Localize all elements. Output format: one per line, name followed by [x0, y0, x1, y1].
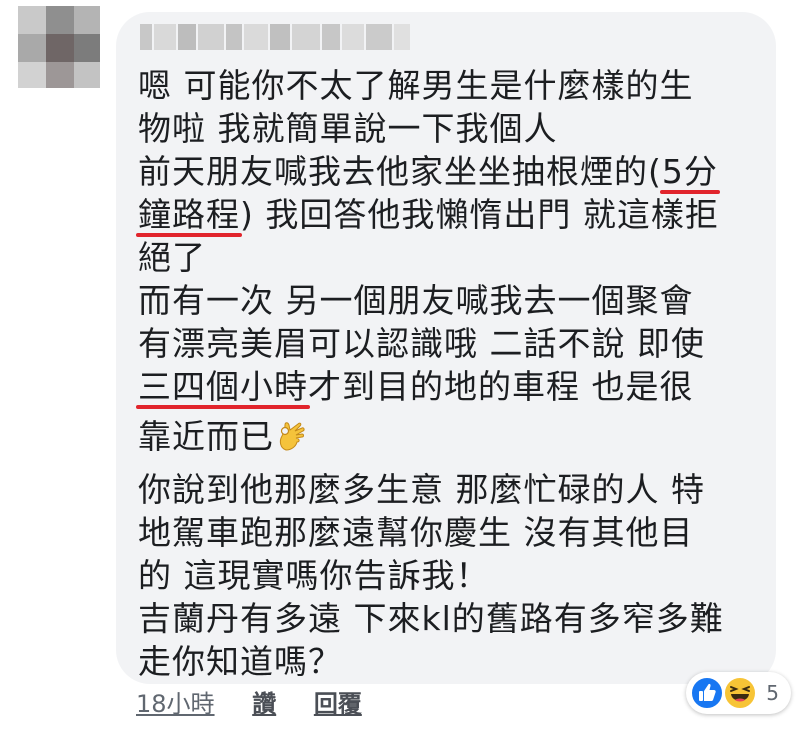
comment-line: 前天朋友喊我去他家坐坐抽根煙的(5分 — [138, 152, 720, 194]
comment-line: 鐘路程) 我回答他我懶惰出門 就這樣拒 — [136, 195, 719, 237]
timestamp-link[interactable]: 18小時 — [136, 686, 215, 722]
haha-reaction-icon — [723, 676, 758, 710]
like-button[interactable]: 讚 — [252, 686, 276, 722]
comment-bubble: 嗯 可能你不太了解男生是什麼樣的生 物啦 我就簡單說一下我個人 前天朋友喊我去他… — [116, 12, 776, 684]
reaction-count: 5 — [766, 681, 779, 705]
comment-line: 靠近而已 — [138, 417, 308, 457]
comment-actions: 18小時 讚 回覆 — [136, 686, 362, 722]
comment-line: 地駕車跑那麼遠幫你慶生 沒有其他目 — [138, 513, 694, 552]
comment-line: 嗯 可能你不太了解男生是什麼樣的生 — [138, 66, 694, 105]
ok-hand-emoji — [279, 422, 305, 451]
comment-line: 你說到他那麼多生意 那麼忙碌的人 特 — [138, 470, 705, 509]
comment-line: 有漂亮美眉可以認識哦 二話不說 即使 — [138, 324, 705, 363]
underlined-highlight: 5分 — [659, 152, 720, 194]
like-reaction-icon — [690, 676, 724, 710]
comment-line: 物啦 我就簡單說一下我個人 — [138, 109, 558, 148]
comment-line: 走你知道嗎？ — [138, 642, 342, 681]
underlined-highlight: 三四個小時 — [136, 367, 310, 409]
comment-line: 吉蘭丹有多遠 下來kl的舊路有多窄多難 — [138, 599, 724, 638]
commenter-avatar[interactable] — [18, 6, 100, 88]
commenter-name-blurred[interactable] — [140, 24, 440, 50]
comment-line: 而有一次 另一個朋友喊我去一個聚會 — [138, 281, 694, 320]
comment-line: 絕了 — [138, 238, 206, 277]
reactions-summary[interactable]: 5 — [686, 672, 791, 714]
comment-line: 三四個小時才到目的地的車程 也是很 — [136, 367, 694, 409]
reply-button[interactable]: 回覆 — [314, 686, 362, 722]
comment-line: 的 這現實嗎你告訴我！ — [138, 556, 490, 595]
underlined-highlight: 鐘路程 — [136, 195, 242, 237]
